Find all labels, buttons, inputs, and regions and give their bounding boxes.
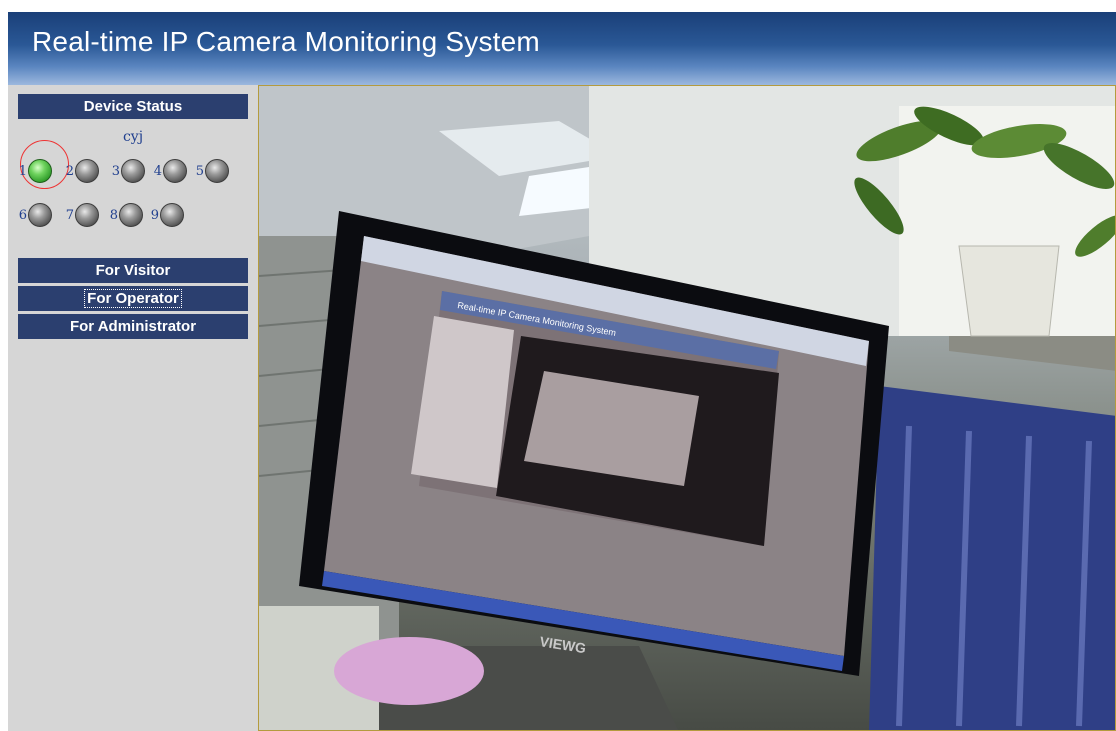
camera-9-button[interactable]: 9 xyxy=(149,202,184,228)
for-visitor-label: For Visitor xyxy=(95,262,171,279)
camera-4-status-icon xyxy=(163,159,187,183)
camera-1-button[interactable]: 1 xyxy=(17,158,52,184)
video-frame-illustration: VIEWG Real-time IP Camera Monitoring Sys… xyxy=(259,86,1115,730)
sidebar: Device Status cyj 1 2 3 4 5 6 7 8 9 For … xyxy=(8,85,259,731)
camera-3-status-icon xyxy=(121,159,145,183)
app-header: Real-time IP Camera Monitoring System xyxy=(8,12,1116,85)
camera-6-number: 6 xyxy=(18,207,27,223)
camera-3-button[interactable]: 3 xyxy=(110,158,145,184)
camera-4-number: 4 xyxy=(153,163,162,179)
camera-2-number: 2 xyxy=(65,163,74,179)
camera-8-status-icon xyxy=(119,203,143,227)
camera-2-button[interactable]: 2 xyxy=(64,158,99,184)
camera-2-status-icon xyxy=(75,159,99,183)
for-administrator-link[interactable]: For Administrator xyxy=(18,314,248,339)
camera-4-button[interactable]: 4 xyxy=(152,158,187,184)
device-status-heading: Device Status xyxy=(18,94,248,119)
camera-1-number: 1 xyxy=(18,163,27,179)
camera-8-number: 8 xyxy=(109,207,118,223)
camera-3-number: 3 xyxy=(111,163,120,179)
camera-8-button[interactable]: 8 xyxy=(108,202,143,228)
camera-1-status-icon xyxy=(28,159,52,183)
for-operator-link[interactable]: For Operator xyxy=(18,286,248,311)
for-visitor-link[interactable]: For Visitor xyxy=(18,258,248,283)
camera-6-button[interactable]: 6 xyxy=(17,202,52,228)
camera-9-status-icon xyxy=(160,203,184,227)
camera-6-status-icon xyxy=(28,203,52,227)
for-operator-label: For Operator xyxy=(84,289,182,308)
page-title: Real-time IP Camera Monitoring System xyxy=(32,26,540,57)
camera-7-button[interactable]: 7 xyxy=(64,202,99,228)
for-administrator-label: For Administrator xyxy=(69,318,197,335)
camera-7-number: 7 xyxy=(65,207,74,223)
camera-video-feed[interactable]: VIEWG Real-time IP Camera Monitoring Sys… xyxy=(258,85,1116,731)
camera-9-number: 9 xyxy=(150,207,159,223)
camera-5-number: 5 xyxy=(195,163,204,179)
camera-7-status-icon xyxy=(75,203,99,227)
camera-5-status-icon xyxy=(205,159,229,183)
camera-5-button[interactable]: 5 xyxy=(194,158,229,184)
